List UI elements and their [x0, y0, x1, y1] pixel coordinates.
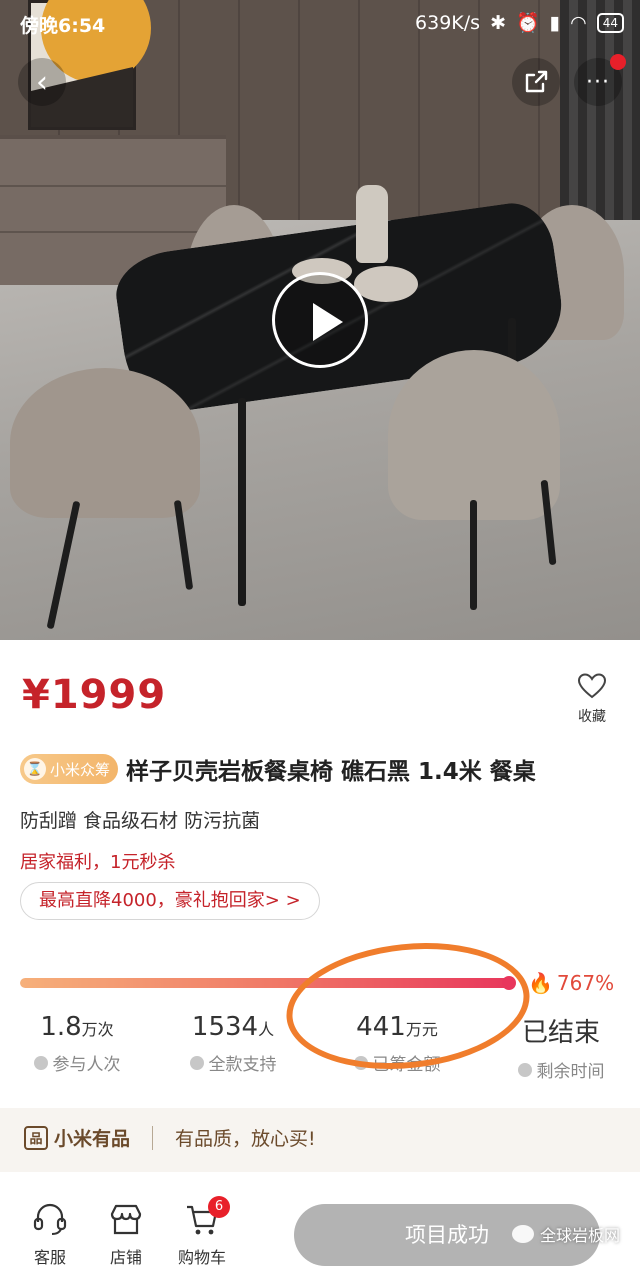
crowdfunding-badge: ⌛ 小米众筹 — [20, 754, 119, 784]
title-row: ⌛ 小米众筹 样子贝壳岩板餐桌椅 礁石黑 1.4米 餐桌 — [20, 752, 536, 786]
shop-button[interactable]: 店铺 — [94, 1202, 158, 1268]
chevron-left-icon: ‹ — [36, 64, 48, 100]
youpin-slogan: 有品质，放心买! — [175, 1128, 316, 1150]
product-price: ¥1999 — [22, 672, 167, 718]
chair-front-right — [388, 350, 560, 520]
youpin-mark-icon: 品 — [24, 1125, 48, 1150]
play-video-button[interactable] — [272, 272, 368, 368]
customer-service-button[interactable]: 客服 — [18, 1202, 82, 1268]
stat-supporters: 1534人 全款支持 — [158, 1012, 308, 1075]
crowdfunding-icon: ⌛ — [24, 758, 46, 780]
product-title: 样子贝壳岩板餐桌椅 礁石黑 1.4米 餐桌 — [126, 759, 536, 785]
net-speed: 639K/s — [415, 11, 481, 34]
bowl — [354, 266, 418, 302]
stat-amount-raised: 441万元 已筹金额 — [322, 1012, 472, 1075]
cart-count-badge: 6 — [208, 1196, 230, 1218]
funding-progress-fill — [20, 978, 515, 988]
product-features: 防刮蹭 食品级石材 防污抗菌 — [20, 810, 261, 832]
headset-icon — [33, 1203, 67, 1235]
share-button[interactable] — [512, 58, 560, 106]
share-icon — [525, 70, 548, 93]
heart-icon — [577, 673, 607, 699]
notification-dot — [610, 54, 626, 70]
wechat-icon — [512, 1225, 534, 1243]
signal-icon: ▮ — [549, 11, 561, 34]
promo-pill[interactable]: 最高直降4000，豪礼抱回家> > — [20, 882, 320, 920]
back-button[interactable]: ‹ — [18, 58, 66, 106]
favorite-label: 收藏 — [578, 709, 606, 725]
stat-participants: 1.8万次 参与人次 — [2, 1012, 152, 1075]
progress-end-dot — [502, 976, 516, 990]
youpin-row[interactable]: 品 小米有品 有品质，放心买! — [24, 1124, 316, 1151]
status-bar: 傍晚6:54 639K/s ✱ ⏰ ▮ ◠ 44 — [0, 0, 640, 44]
bluetooth-icon: ✱ — [490, 11, 506, 34]
coin-icon — [353, 1055, 368, 1070]
chair-front-left — [10, 368, 200, 518]
user-icon — [189, 1055, 204, 1070]
funding-progress-bar — [20, 978, 515, 988]
wifi-icon: ◠ — [570, 11, 587, 34]
favorite-button[interactable]: 收藏 — [560, 664, 624, 725]
funding-percent: 🔥 767% — [528, 971, 615, 995]
promo-text: 居家福利，1元秒杀 — [20, 852, 176, 873]
youpin-logo: 品 小米有品 — [24, 1124, 130, 1151]
divider — [152, 1125, 154, 1150]
alarm-icon: ⏰ — [515, 12, 540, 34]
store-icon — [110, 1204, 142, 1235]
stat-time-remaining: 已结束 剩余时间 — [486, 1012, 636, 1082]
flame-icon: 🔥 — [528, 971, 553, 995]
watermark: 全球岩板网 — [512, 1222, 620, 1246]
people-icon — [33, 1055, 48, 1070]
clock-icon — [517, 1062, 532, 1077]
status-time: 傍晚6:54 — [20, 15, 106, 37]
battery-icon: 44 — [596, 12, 624, 33]
more-dots-icon: ··· — [586, 69, 610, 95]
vase — [356, 185, 388, 263]
cart-button[interactable]: 6 购物车 — [170, 1196, 234, 1268]
